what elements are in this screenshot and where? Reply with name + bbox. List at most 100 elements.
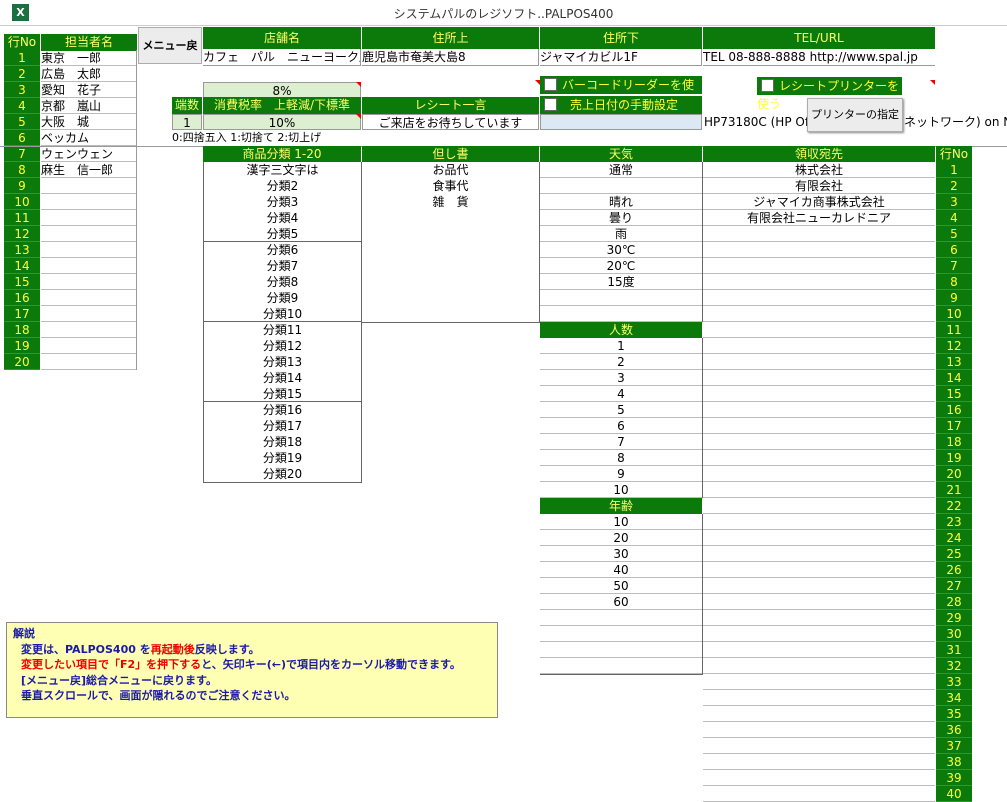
people-cell[interactable]: 3 xyxy=(540,370,702,386)
age-cell[interactable]: 10 xyxy=(540,514,702,530)
recipient-cell[interactable] xyxy=(703,658,935,674)
recipient-cell[interactable] xyxy=(703,418,935,434)
staff-name-cell[interactable] xyxy=(41,306,136,322)
age-cell[interactable] xyxy=(540,642,702,658)
staff-name-cell[interactable] xyxy=(41,210,136,226)
staff-name-cell[interactable]: 麻生 信一郎 xyxy=(41,162,136,178)
tel-url-field[interactable]: TEL 08-888-8888 http://www.spal.jp xyxy=(703,49,935,66)
recipient-cell[interactable] xyxy=(703,338,935,354)
recipient-cell[interactable] xyxy=(703,578,935,594)
weather-cell[interactable]: 通常 xyxy=(540,162,702,178)
staff-name-cell[interactable] xyxy=(41,338,136,354)
recipient-cell[interactable] xyxy=(703,466,935,482)
product-category-cell[interactable]: 分類19 xyxy=(204,450,361,466)
product-category-cell[interactable]: 分類7 xyxy=(204,258,361,274)
staff-name-cell[interactable] xyxy=(41,178,136,194)
age-cell[interactable]: 30 xyxy=(540,546,702,562)
recipient-cell[interactable] xyxy=(703,594,935,610)
age-cell[interactable] xyxy=(540,658,702,674)
recipient-cell[interactable] xyxy=(703,402,935,418)
staff-name-cell[interactable] xyxy=(41,322,136,338)
people-cell[interactable]: 7 xyxy=(540,434,702,450)
recipient-cell[interactable] xyxy=(703,706,935,722)
age-cell[interactable]: 40 xyxy=(540,562,702,578)
people-cell[interactable]: 1 xyxy=(540,338,702,354)
recipient-cell[interactable] xyxy=(703,690,935,706)
recipient-cell[interactable] xyxy=(703,242,935,258)
recipient-cell[interactable] xyxy=(703,258,935,274)
age-cell[interactable] xyxy=(540,626,702,642)
product-category-cell[interactable]: 分類20 xyxy=(204,466,361,482)
age-cell[interactable]: 60 xyxy=(540,594,702,610)
proviso-cell[interactable] xyxy=(362,306,539,322)
manual-date-field[interactable] xyxy=(540,114,702,130)
recipient-cell[interactable] xyxy=(703,450,935,466)
age-cell[interactable] xyxy=(540,610,702,626)
weather-cell[interactable]: 雨 xyxy=(540,226,702,242)
recipient-cell[interactable] xyxy=(703,546,935,562)
proviso-cell[interactable] xyxy=(362,242,539,258)
staff-name-cell[interactable]: 京都 嵐山 xyxy=(41,98,136,114)
staff-name-cell[interactable]: ベッカム xyxy=(41,130,136,146)
proviso-cell[interactable] xyxy=(362,226,539,242)
proviso-cell[interactable] xyxy=(362,290,539,306)
staff-name-cell[interactable] xyxy=(41,274,136,290)
people-cell[interactable]: 9 xyxy=(540,466,702,482)
product-category-cell[interactable]: 分類2 xyxy=(204,178,361,194)
weather-cell[interactable]: 15度 xyxy=(540,274,702,290)
age-cell[interactable]: 20 xyxy=(540,530,702,546)
receipt-printer-checkbox[interactable]: レシートプリンターを使う xyxy=(757,77,902,111)
product-category-cell[interactable]: 漢字三文字は xyxy=(204,162,361,178)
recipient-cell[interactable]: 有限会社 xyxy=(703,178,935,194)
recipient-cell[interactable] xyxy=(703,498,935,514)
recipient-cell[interactable] xyxy=(703,274,935,290)
proviso-cell[interactable] xyxy=(362,210,539,226)
staff-name-cell[interactable]: ウェンウェン xyxy=(41,146,136,162)
product-category-cell[interactable]: 分類12 xyxy=(204,338,361,354)
proviso-cell[interactable] xyxy=(362,274,539,290)
weather-cell[interactable]: 曇り xyxy=(540,210,702,226)
proviso-cell[interactable] xyxy=(362,258,539,274)
people-cell[interactable]: 5 xyxy=(540,402,702,418)
recipient-cell[interactable] xyxy=(703,738,935,754)
proviso-cell[interactable]: お品代 xyxy=(362,162,539,178)
recipient-cell[interactable] xyxy=(703,434,935,450)
staff-name-cell[interactable]: 大阪 城 xyxy=(41,114,136,130)
receipt-message-field[interactable]: ご来店をお待ちしています xyxy=(362,114,539,130)
staff-name-cell[interactable] xyxy=(41,226,136,242)
weather-cell[interactable] xyxy=(540,290,702,306)
people-cell[interactable]: 10 xyxy=(540,482,702,498)
weather-cell[interactable]: 30℃ xyxy=(540,242,702,258)
staff-name-cell[interactable]: 愛知 花子 xyxy=(41,82,136,98)
weather-cell[interactable] xyxy=(540,178,702,194)
recipient-cell[interactable] xyxy=(703,674,935,690)
product-category-cell[interactable]: 分類14 xyxy=(204,370,361,386)
people-cell[interactable]: 2 xyxy=(540,354,702,370)
weather-cell[interactable] xyxy=(540,306,702,322)
age-cell[interactable]: 50 xyxy=(540,578,702,594)
recipient-cell[interactable] xyxy=(703,626,935,642)
product-category-cell[interactable]: 分類5 xyxy=(204,226,361,242)
recipient-cell[interactable] xyxy=(703,482,935,498)
recipient-cell[interactable] xyxy=(703,770,935,786)
product-category-cell[interactable]: 分類6 xyxy=(204,242,361,258)
address-bottom-field[interactable]: ジャマイカビル1F xyxy=(540,49,702,66)
recipient-cell[interactable] xyxy=(703,226,935,242)
recipient-cell[interactable] xyxy=(703,290,935,306)
product-category-cell[interactable]: 分類15 xyxy=(204,386,361,402)
staff-name-cell[interactable]: 東京 一郎 xyxy=(41,50,136,66)
product-category-cell[interactable]: 分類17 xyxy=(204,418,361,434)
staff-name-cell[interactable] xyxy=(41,242,136,258)
product-category-cell[interactable]: 分類18 xyxy=(204,434,361,450)
recipient-cell[interactable] xyxy=(703,370,935,386)
shop-name-field[interactable]: カフェ パル ニューヨーク店 xyxy=(203,49,361,66)
people-cell[interactable]: 8 xyxy=(540,450,702,466)
recipient-cell[interactable]: ジャマイカ商事株式会社 xyxy=(703,194,935,210)
staff-name-cell[interactable] xyxy=(41,258,136,274)
printer-select-button[interactable]: プリンターの指定 xyxy=(807,98,903,132)
recipient-cell[interactable] xyxy=(703,386,935,402)
product-category-cell[interactable]: 分類10 xyxy=(204,306,361,322)
product-category-cell[interactable]: 分類11 xyxy=(204,322,361,338)
staff-name-cell[interactable]: 広島 太郎 xyxy=(41,66,136,82)
product-category-cell[interactable]: 分類3 xyxy=(204,194,361,210)
